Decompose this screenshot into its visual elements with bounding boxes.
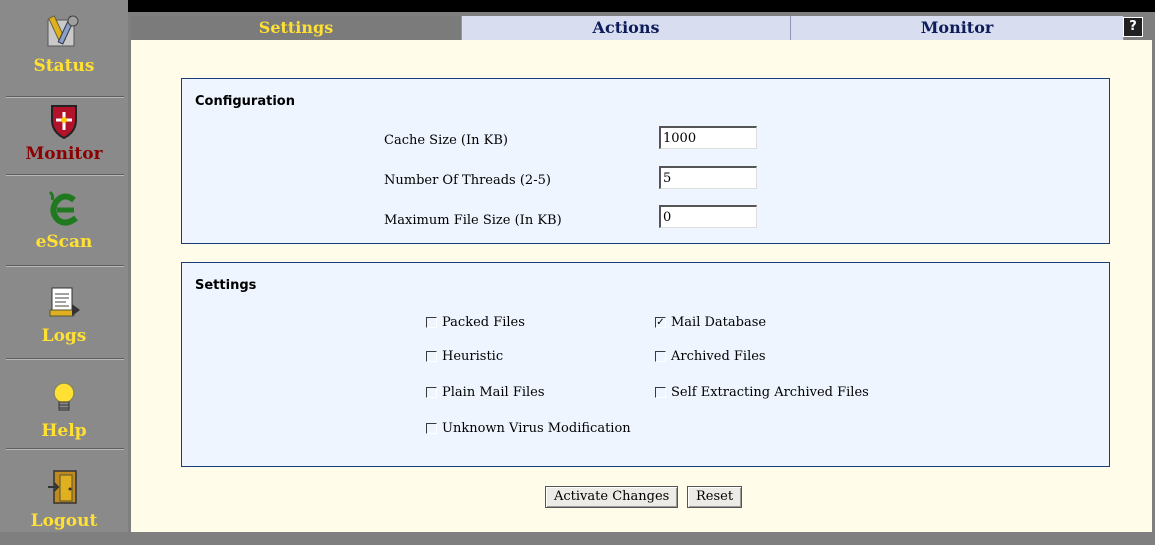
checkbox-label: Packed Files: [442, 315, 525, 330]
settings-section: Settings Packed Files ✓ Mail Database He…: [181, 262, 1110, 467]
mail-database-checkbox[interactable]: ✓ Mail Database: [655, 315, 766, 330]
sidebar-item-label: Logs: [41, 326, 87, 346]
threads-input[interactable]: [659, 166, 757, 189]
sidebar-item-label: Logout: [30, 511, 98, 531]
section-title: Configuration: [195, 94, 295, 109]
document-icon: [49, 287, 80, 317]
max-file-size-label: Maximum File Size (In KB): [384, 213, 562, 228]
sidebar-item-escan[interactable]: eScan: [0, 176, 128, 266]
checkbox-label: Archived Files: [671, 349, 766, 364]
tools-icon: [47, 15, 79, 47]
reset-button[interactable]: Reset: [687, 486, 743, 508]
escan-logo-icon: [48, 190, 78, 226]
activate-changes-button[interactable]: Activate Changes: [545, 486, 679, 508]
cache-size-label: Cache Size (In KB): [384, 133, 508, 148]
self-extracting-archived-files-checkbox[interactable]: Self Extracting Archived Files: [655, 385, 869, 400]
sidebar-item-monitor[interactable]: Monitor: [0, 88, 128, 178]
tab-bar: Settings Actions Monitor: [131, 16, 1151, 40]
main-panel: Configuration Cache Size (In KB) Number …: [131, 40, 1152, 532]
heuristic-checkbox[interactable]: Heuristic: [426, 349, 503, 364]
max-file-size-input[interactable]: [659, 205, 757, 228]
checkbox-mark: [426, 351, 437, 362]
sidebar-divider: [6, 448, 124, 450]
unknown-virus-modification-checkbox[interactable]: Unknown Virus Modification: [426, 421, 631, 436]
plain-mail-files-checkbox[interactable]: Plain Mail Files: [426, 385, 545, 400]
shield-icon: [51, 105, 77, 140]
sidebar-divider: [6, 265, 124, 267]
checkbox-mark: [655, 387, 666, 398]
exit-door-icon: [48, 470, 77, 504]
sidebar-item-label: eScan: [35, 232, 93, 252]
threads-label: Number Of Threads (2-5): [384, 173, 551, 188]
checkbox-label: Plain Mail Files: [442, 385, 545, 400]
checkbox-mark: [655, 351, 666, 362]
checkbox-label: Unknown Virus Modification: [442, 421, 631, 436]
sidebar-item-label: Monitor: [25, 144, 103, 164]
archived-files-checkbox[interactable]: Archived Files: [655, 349, 766, 364]
lightbulb-icon: [53, 382, 75, 411]
sidebar-item-status[interactable]: Status: [0, 0, 128, 90]
checkbox-label: Heuristic: [442, 349, 504, 364]
tab-actions[interactable]: Actions: [462, 16, 791, 40]
sidebar-divider: [6, 358, 124, 360]
cache-size-input[interactable]: [659, 126, 757, 149]
checkbox-mark: [426, 423, 437, 434]
checkmark-icon: ✓: [655, 317, 666, 328]
sidebar-item-logs[interactable]: Logs: [0, 270, 128, 360]
section-title: Settings: [195, 278, 257, 293]
configuration-section: Configuration Cache Size (In KB) Number …: [181, 78, 1110, 244]
help-button[interactable]: ?: [1123, 17, 1143, 37]
tab-monitor[interactable]: Monitor: [791, 16, 1124, 40]
packed-files-checkbox[interactable]: Packed Files: [426, 315, 525, 330]
tab-settings[interactable]: Settings: [131, 16, 462, 40]
top-border: [128, 0, 1155, 12]
checkbox-mark: [426, 387, 437, 398]
sidebar-item-help[interactable]: Help: [0, 365, 128, 455]
sidebar-item-label: Help: [41, 421, 87, 441]
checkbox-mark: [426, 317, 437, 328]
sidebar-item-label: Status: [33, 56, 95, 76]
sidebar: Status Monitor eScan Logs Help Logout: [0, 0, 128, 532]
checkbox-label: Mail Database: [671, 315, 767, 330]
checkbox-label: Self Extracting Archived Files: [671, 385, 869, 400]
